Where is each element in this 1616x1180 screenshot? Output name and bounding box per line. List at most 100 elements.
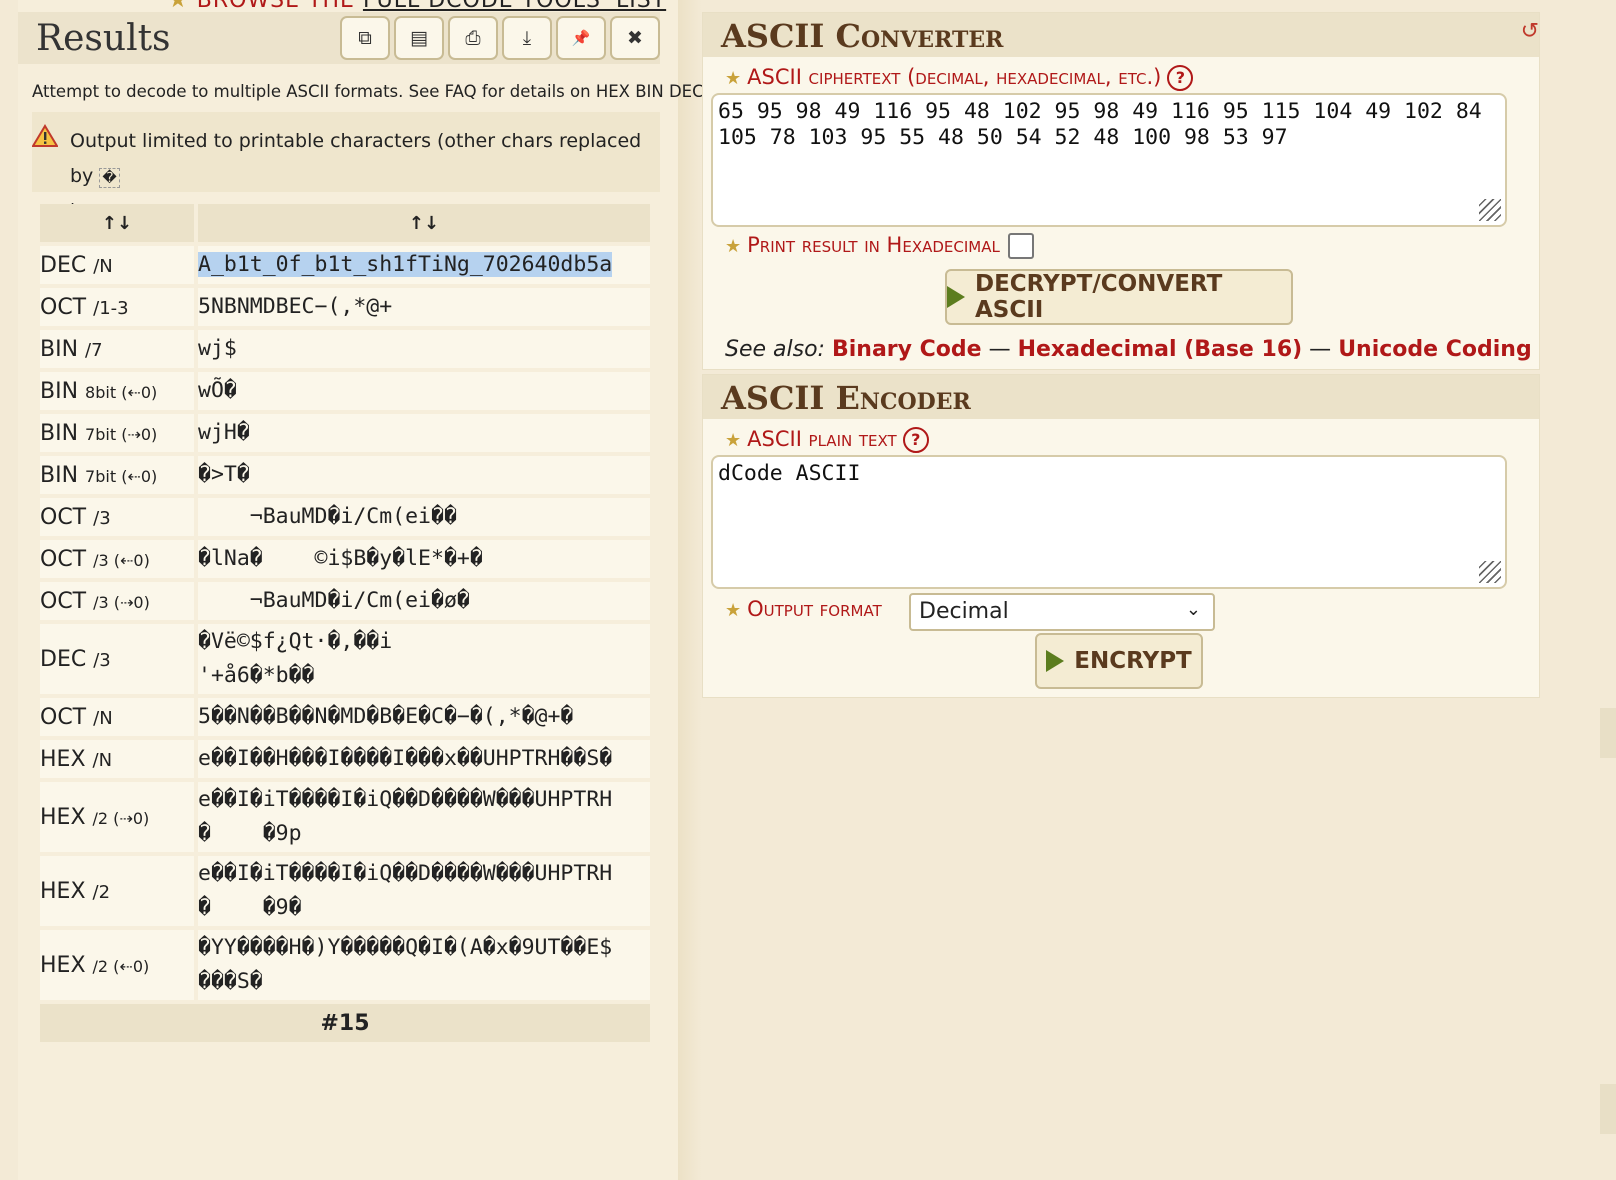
- format-variant: /3: [93, 649, 111, 671]
- print-button[interactable]: ⎙: [448, 16, 498, 60]
- pin-button[interactable]: 📌: [556, 16, 606, 60]
- format-name: DEC: [40, 252, 87, 278]
- format-name: BIN: [40, 462, 79, 488]
- refresh-icon[interactable]: ↺: [1521, 19, 1539, 44]
- chevron-down-icon: ⌄: [1185, 599, 1201, 620]
- row-decoded-value[interactable]: wjH�: [194, 414, 650, 452]
- scrollbar-thumb-lower[interactable]: [1600, 1084, 1616, 1134]
- decoded-text: wÕ�: [198, 378, 237, 403]
- close-icon: ✖: [627, 27, 643, 49]
- format-variant: /7: [85, 339, 103, 361]
- separator: —: [981, 337, 1018, 362]
- table-row: HEX /2 e��I�iT����I�iQ��D����W���UHPTRH �…: [40, 856, 650, 926]
- decrypt-button[interactable]: DECRYPT/CONVERT ASCII: [945, 269, 1293, 325]
- table-row: OCT /3 (⇠0) �lNa� ©i$B�y�lE*�+�: [40, 540, 650, 578]
- row-decoded-value[interactable]: ¬BauMD�i/Cm(ei��: [194, 498, 650, 536]
- sort-label-column[interactable]: ↑↓: [40, 204, 194, 242]
- row-format-label: OCT /3 (⇠0): [40, 540, 194, 578]
- converter-title: ASCII Converter: [721, 17, 1004, 55]
- format-name: HEX: [40, 804, 86, 830]
- decoded-text: ¬BauMD�i/Cm(ei��: [198, 504, 457, 529]
- format-name: DEC: [40, 646, 87, 672]
- output-format-label: ★ Output format: [725, 597, 882, 621]
- row-format-label: OCT /N: [40, 698, 194, 736]
- results-toolbar: ⧉ ▤ ⎙ ⤓ 📌 ✖: [340, 16, 660, 60]
- decoded-text: A_b1t_0f_b1t_sh1fTiNg_702640db5a: [198, 252, 613, 277]
- plaintext-value: dCode ASCII: [718, 461, 861, 486]
- decoded-text: e��I�iT����I�iQ��D����W���UHPTRH � �9p: [198, 787, 613, 846]
- row-decoded-value[interactable]: e��I�iT����I�iQ��D����W���UHPTRH � �9�: [194, 856, 650, 926]
- help-icon[interactable]: ?: [1167, 65, 1194, 91]
- ciphertext-input[interactable]: 65 95 98 49 116 95 48 102 95 98 49 116 9…: [711, 93, 1507, 227]
- row-decoded-value[interactable]: �Vë©$f¿Qt·�,��i '+å6�*b��: [194, 624, 650, 694]
- format-name: OCT: [40, 504, 87, 530]
- row-decoded-value[interactable]: e��I��H���I����I���x��UHPTRH��S�: [194, 740, 650, 778]
- copy-button[interactable]: ⧉: [340, 16, 390, 60]
- table-row: DEC /N A_b1t_0f_b1t_sh1fTiNg_702640db5a: [40, 246, 650, 284]
- close-button[interactable]: ✖: [610, 16, 660, 60]
- save-button[interactable]: ▤: [394, 16, 444, 60]
- decoded-text: ¬BauMD�i/Cm(ei�ø�: [198, 588, 470, 613]
- see-also: See also: Binary Code — Hexadecimal (Bas…: [725, 337, 1532, 362]
- row-decoded-value[interactable]: wÕ�: [194, 372, 650, 410]
- format-variant: /3 (⇢0): [93, 592, 150, 612]
- decoded-text: 5NBNMDBEC−(,*@+: [198, 294, 393, 319]
- play-icon: [1046, 650, 1065, 672]
- link-unicode-coding[interactable]: Unicode Coding: [1338, 337, 1532, 362]
- output-format-value: Decimal: [919, 599, 1009, 624]
- row-format-label: HEX /2 (⇠0): [40, 930, 194, 1000]
- link-binary-code[interactable]: Binary Code: [832, 337, 982, 362]
- decoded-text: �YY����H�)Y�����Q�I�(A�x�9UT��E$ ���S�: [198, 935, 613, 994]
- row-format-label: HEX /2 (⇢0): [40, 782, 194, 852]
- row-decoded-value[interactable]: wj$: [194, 330, 650, 368]
- table-row: BIN 8bit (⇠0) wÕ�: [40, 372, 650, 410]
- play-icon: [947, 286, 965, 308]
- format-name: OCT: [40, 588, 87, 614]
- link-hexadecimal[interactable]: Hexadecimal (Base 16): [1018, 337, 1303, 362]
- star-icon: ★: [725, 236, 742, 257]
- row-format-label: BIN 8bit (⇠0): [40, 372, 194, 410]
- row-decoded-value[interactable]: ¬BauMD�i/Cm(ei�ø�: [194, 582, 650, 620]
- results-title: Results: [36, 18, 171, 59]
- row-decoded-value[interactable]: �>T�: [194, 456, 650, 494]
- format-name: OCT: [40, 704, 87, 730]
- table-row: OCT /N 5��N��B��N�MD�B�E�C�−�(,*�@+�: [40, 698, 650, 736]
- row-decoded-value[interactable]: 5��N��B��N�MD�B�E�C�−�(,*�@+�: [194, 698, 650, 736]
- row-decoded-value[interactable]: e��I�iT����I�iQ��D����W���UHPTRH � �9p: [194, 782, 650, 852]
- ciphertext-value: 65 95 98 49 116 95 48 102 95 98 49 116 9…: [718, 99, 1482, 150]
- row-decoded-value[interactable]: �YY����H�)Y�����Q�I�(A�x�9UT��E$ ���S�: [194, 930, 650, 1000]
- plaintext-label: ★ ASCII plain text?: [725, 427, 929, 453]
- format-name: OCT: [40, 294, 87, 320]
- pin-icon: 📌: [571, 29, 591, 47]
- scrollbar-thumb[interactable]: [1600, 708, 1616, 758]
- format-name: BIN: [40, 336, 79, 362]
- resize-handle[interactable]: [1479, 199, 1501, 221]
- separator: —: [1302, 337, 1339, 362]
- resize-handle[interactable]: [1479, 561, 1501, 583]
- row-decoded-value[interactable]: 5NBNMDBEC−(,*@+: [194, 288, 650, 326]
- converter-header: ASCII Converter ↺: [703, 13, 1539, 57]
- hex-checkbox[interactable]: [1007, 233, 1034, 259]
- help-icon[interactable]: ?: [902, 427, 929, 453]
- row-format-label: HEX /N: [40, 740, 194, 778]
- star-icon: ★: [725, 600, 742, 621]
- sort-value-column[interactable]: ↑↓: [194, 204, 650, 242]
- ciphertext-label-text: ASCII ciphertext (decimal, hexadecimal, …: [747, 65, 1162, 89]
- format-variant: 7bit (⇢0): [85, 424, 158, 444]
- row-decoded-value[interactable]: �lNa� ©i$B�y�lE*�+�: [194, 540, 650, 578]
- encoder-title: ASCII Encoder: [721, 379, 971, 417]
- download-button[interactable]: ⤓: [502, 16, 552, 60]
- row-decoded-value[interactable]: A_b1t_0f_b1t_sh1fTiNg_702640db5a: [194, 246, 650, 284]
- format-name: HEX: [40, 746, 86, 772]
- encrypt-button[interactable]: ENCRYPT: [1035, 633, 1203, 689]
- output-format-select[interactable]: Decimal ⌄: [909, 593, 1215, 631]
- row-format-label: OCT /3 (⇢0): [40, 582, 194, 620]
- row-format-label: HEX /2: [40, 856, 194, 926]
- plaintext-input[interactable]: dCode ASCII: [711, 455, 1507, 589]
- decoded-text: �Vë©$f¿Qt·�,��i '+å6�*b��: [198, 629, 393, 688]
- decoded-text: wjH�: [198, 420, 250, 445]
- format-variant: /3 (⇠0): [93, 550, 150, 570]
- format-variant: /2 (⇢0): [92, 808, 150, 828]
- format-name: BIN: [40, 378, 79, 404]
- row-format-label: DEC /3: [40, 624, 194, 694]
